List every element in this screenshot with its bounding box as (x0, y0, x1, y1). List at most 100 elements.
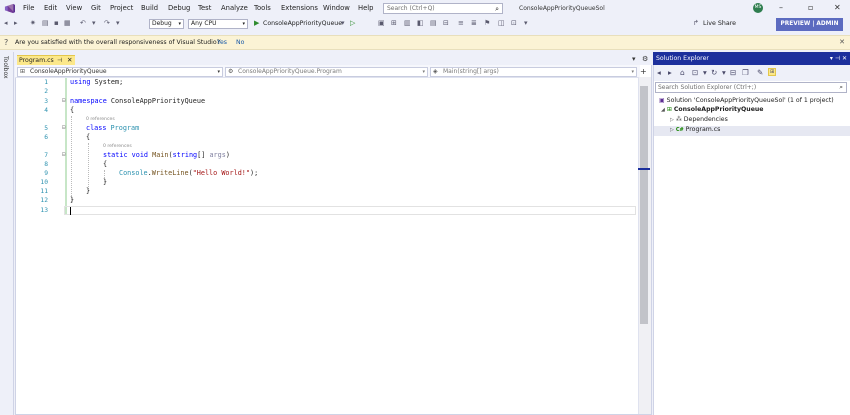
infobar-no-link[interactable]: No (236, 39, 244, 46)
minimize-icon[interactable]: – (779, 3, 783, 12)
close-icon[interactable]: ✕ (839, 38, 845, 46)
toolbar-overflow-icon[interactable]: ▾ (524, 19, 528, 27)
infobar-yes-link[interactable]: Yes (217, 39, 227, 46)
split-editor-plus-icon[interactable]: + (640, 67, 647, 76)
code-line-10: } (103, 178, 107, 186)
configuration-value: Debug (152, 20, 172, 27)
collapse-icon[interactable]: ⊟ (62, 151, 66, 158)
preview-selected-icon[interactable]: ⊞ (768, 68, 777, 76)
tree-item-dependencies[interactable]: ▷ ⁂ Dependencies (670, 116, 728, 123)
save-icon[interactable]: ▪ (54, 19, 59, 27)
menu-edit[interactable]: Edit (44, 4, 57, 12)
toolbar-icon-3[interactable]: ▥ (404, 19, 411, 27)
codelens-references[interactable]: 0 references (86, 117, 115, 122)
menu-project[interactable]: Project (110, 4, 133, 12)
caret-position-marker (638, 168, 650, 170)
collapsed-triangle-icon[interactable]: ▷ (670, 127, 674, 133)
indent-guide (71, 116, 72, 202)
dropdown-icon[interactable]: ▾ (703, 68, 707, 77)
menu-file[interactable]: File (23, 4, 34, 12)
avatar[interactable]: MS (753, 3, 763, 13)
show-all-files-icon[interactable]: ❐ (742, 68, 749, 77)
tree-item-solution[interactable]: ▣ Solution 'ConsoleAppPriorityQueueSol' … (659, 97, 834, 104)
line-number: 3 (44, 98, 48, 105)
new-project-icon[interactable]: ✷ (30, 19, 36, 27)
toolbar-icon-5[interactable]: ▤ (430, 19, 437, 27)
codelens-references[interactable]: 0 references (103, 144, 132, 149)
undo-icon[interactable]: ↶ (80, 19, 86, 27)
expanded-triangle-icon[interactable]: ◢ (661, 107, 665, 113)
close-tab-icon[interactable]: ✕ (67, 56, 72, 65)
collapse-icon[interactable]: ⊟ (62, 124, 66, 131)
menu-view[interactable]: View (66, 4, 82, 12)
run-target-button[interactable]: ConsoleAppPriorityQueue (263, 20, 342, 27)
class-nav-dropdown[interactable]: ⚙ ConsoleAppPriorityQueue.Program ▾ (225, 67, 428, 77)
start-without-debugging-icon[interactable]: ▷ (350, 19, 355, 27)
bookmark-icon[interactable]: ⚑ (484, 19, 490, 27)
tab-program-cs[interactable]: Program.cs ⊣ ✕ (17, 55, 75, 65)
pin-icon[interactable]: ⊣ (57, 56, 62, 65)
live-share-button[interactable]: Live Share (703, 20, 736, 27)
menu-test[interactable]: Test (198, 4, 211, 12)
run-dropdown-icon[interactable]: ▾ (341, 19, 345, 27)
project-nav-dropdown[interactable]: ⊞ ConsoleAppPriorityQueue ▾ (17, 67, 223, 77)
toolbar-icon-4[interactable]: ◧ (417, 19, 424, 27)
tab-list-dropdown-icon[interactable]: ▾ (632, 55, 636, 63)
open-file-icon[interactable]: ▤ (42, 19, 49, 27)
collapse-all-icon[interactable]: ⊟ (730, 68, 736, 77)
menu-window[interactable]: Window (323, 4, 350, 12)
code-token: { (103, 160, 108, 168)
line-number: 4 (44, 107, 48, 114)
nav-project-label: ConsoleAppPriorityQueue (30, 68, 107, 75)
code-editor[interactable] (15, 52, 652, 415)
code-token: Console (119, 169, 148, 177)
settings-gear-icon[interactable]: ⚙ (642, 55, 648, 63)
collapsed-triangle-icon[interactable]: ▷ (670, 117, 674, 123)
run-icon[interactable]: ▶ (254, 19, 259, 27)
comment-icon[interactable]: ≡ (458, 19, 464, 27)
search-input[interactable]: Search (Ctrl+Q) ⌕ (383, 3, 503, 14)
properties-wrench-icon[interactable]: ✎ (757, 68, 763, 77)
platform-dropdown[interactable]: Any CPU ▾ (188, 19, 248, 29)
tree-item-program-cs[interactable]: ▷ C# Program.cs (670, 126, 720, 133)
menu-help[interactable]: Help (358, 4, 374, 12)
menu-build[interactable]: Build (141, 4, 158, 12)
member-nav-dropdown[interactable]: ◈ Main(string[] args) ▾ (430, 67, 637, 77)
scrollbar-thumb[interactable] (640, 86, 648, 324)
code-line-9: Console.WriteLine("Hello World!"); (119, 169, 258, 177)
back-icon[interactable]: ◂ (4, 19, 8, 27)
redo-icon[interactable]: ↷ (104, 19, 110, 27)
menu-extensions[interactable]: Extensions (281, 4, 318, 12)
chevron-down-icon: ▾ (217, 69, 220, 75)
undo-dropdown-icon[interactable]: ▾ (92, 19, 96, 27)
dropdown-icon[interactable]: ▾ (722, 68, 726, 77)
toolbar-icon-8[interactable]: ⊡ (511, 19, 517, 27)
menu-debug[interactable]: Debug (168, 4, 190, 12)
solution-search-input[interactable]: Search Solution Explorer (Ctrl+;) ⌕ (655, 82, 847, 93)
close-window-icon[interactable]: ✕ (834, 3, 841, 12)
preview-admin-badge[interactable]: PREVIEW | ADMIN (776, 18, 843, 31)
tree-item-project[interactable]: ◢ ⊞ ConsoleAppPriorityQueue (661, 106, 764, 113)
uncomment-icon[interactable]: ≣ (471, 19, 477, 27)
toolbar-icon-6[interactable]: ⊟ (443, 19, 449, 27)
forward-icon[interactable]: ▸ (668, 68, 672, 77)
question-icon: ? (4, 38, 9, 47)
toolbar-icon-2[interactable]: ⊞ (391, 19, 397, 27)
menu-analyze[interactable]: Analyze (221, 4, 248, 12)
collapse-icon[interactable]: ⊟ (62, 97, 66, 104)
forward-icon[interactable]: ▸ (14, 19, 18, 27)
toolbox-strip[interactable]: Toolbox (0, 52, 14, 415)
configuration-dropdown[interactable]: Debug ▾ (149, 19, 184, 29)
redo-dropdown-icon[interactable]: ▾ (116, 19, 120, 27)
menu-tools[interactable]: Tools (254, 4, 271, 12)
sync-icon[interactable]: ↻ (711, 68, 717, 77)
home-icon[interactable]: ⌂ (680, 68, 685, 77)
switch-views-icon[interactable]: ⊡ (692, 68, 698, 77)
back-icon[interactable]: ◂ (657, 68, 661, 77)
maximize-icon[interactable]: ▫ (808, 3, 813, 12)
toolbar-icon-7[interactable]: ◫ (498, 19, 505, 27)
panel-controls-icon[interactable]: ▾ ⊣ ✕ (830, 52, 847, 65)
save-all-icon[interactable]: ▦ (64, 19, 71, 27)
toolbar-icon-1[interactable]: ▣ (378, 19, 385, 27)
menu-git[interactable]: Git (91, 4, 101, 12)
